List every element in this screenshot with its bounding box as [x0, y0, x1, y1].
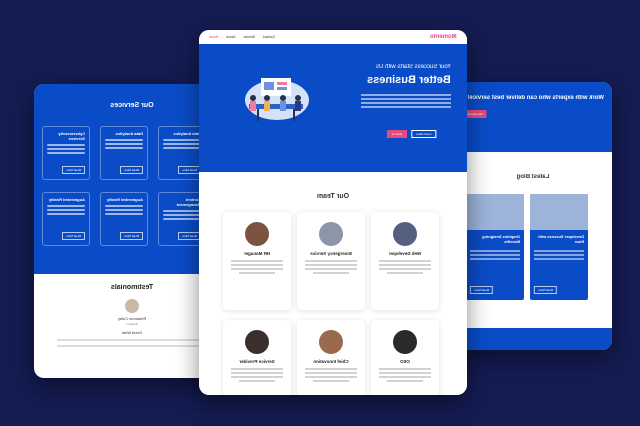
- service-title: Content Management: [176, 197, 201, 207]
- experts-banner: Work with experts who can deliver best s…: [454, 82, 612, 152]
- blog-page-preview: Work with experts who can deliver best s…: [454, 82, 612, 350]
- experts-headline: Work with experts who can deliver best s…: [467, 95, 604, 101]
- service-title: Cybersecurity Services: [58, 131, 85, 141]
- read-more-button[interactable]: Read More: [178, 166, 201, 174]
- blog-image: [466, 194, 524, 230]
- team-card[interactable]: Web Developer: [371, 212, 439, 310]
- team-member-role: Service Provider: [239, 359, 275, 364]
- team-member-role: Emergency Service: [310, 251, 352, 256]
- hire-us-button[interactable]: Hire Us: [387, 130, 408, 138]
- blog-post-title: Developer Success with Ease: [538, 234, 584, 244]
- avatar: [245, 222, 269, 246]
- footer: [454, 328, 612, 350]
- hero-pre-title: Your Success Starts with Us: [375, 64, 451, 70]
- team-title: Our Team: [316, 193, 350, 200]
- nav-links: Contact Service About Home: [209, 35, 275, 39]
- read-more-button[interactable]: Read More: [62, 232, 85, 240]
- service-title: Data Analytics: [173, 131, 201, 136]
- read-more-button[interactable]: Read More: [534, 286, 557, 294]
- read-more-button[interactable]: Read More: [120, 166, 143, 174]
- hero-description: [361, 92, 451, 110]
- team-member-role: HR Manager: [243, 251, 271, 256]
- team-card[interactable]: Emergency Service: [297, 212, 365, 310]
- read-more-button[interactable]: Read More: [62, 166, 85, 174]
- service-title: Augmented Reality: [48, 197, 85, 202]
- read-more-button[interactable]: Read More: [178, 232, 201, 240]
- nav-link[interactable]: Service: [244, 35, 256, 39]
- mockup-scene: Our Services Cybersecurity Services Read…: [0, 0, 640, 426]
- team-card[interactable]: Chief Innovation: [297, 320, 365, 395]
- text-line: [57, 345, 207, 347]
- hero-title: Better Business: [367, 74, 451, 86]
- team-member-role: CEO: [400, 359, 410, 364]
- team-member-role: Web Developer: [388, 251, 422, 256]
- avatar: [125, 299, 139, 313]
- avatar: [319, 222, 343, 246]
- nav-link-active[interactable]: Home: [209, 35, 218, 39]
- service-card[interactable]: Augmented Reality Read More: [42, 192, 90, 246]
- logo[interactable]: Momento: [430, 34, 457, 40]
- hero-section: Your Success Starts with Us Better Busin…: [199, 44, 467, 172]
- team-card[interactable]: HR Manager: [223, 212, 291, 310]
- blog-image: [530, 194, 588, 230]
- text-line: [57, 339, 207, 341]
- service-title: Data Analytics: [115, 131, 143, 136]
- blog-title: Latest Blog: [516, 174, 550, 180]
- team-card[interactable]: CEO: [371, 320, 439, 395]
- team-member-role: Chief Innovation: [313, 359, 349, 364]
- blog-card[interactable]: Developer Success with Ease Read More: [530, 194, 588, 300]
- avatar: [393, 222, 417, 246]
- service-card[interactable]: Data Analytics Read More: [100, 126, 148, 180]
- team-card[interactable]: Service Provider: [223, 320, 291, 395]
- avatar: [393, 330, 417, 354]
- team-meeting-illustration: [245, 78, 309, 121]
- service-card[interactable]: Augmented Reality Read More: [100, 192, 148, 246]
- service-title: Augmented Reality: [106, 197, 143, 202]
- blog-card[interactable]: Graphics Designing Benefits Read More: [466, 194, 524, 300]
- home-page-preview: Contact Service About Home Momento Your …: [199, 30, 467, 395]
- nav-link[interactable]: Contact: [263, 35, 275, 39]
- avatar: [319, 330, 343, 354]
- nav-link[interactable]: About: [226, 35, 235, 39]
- learn-more-button[interactable]: Learn More: [411, 130, 437, 138]
- service-card[interactable]: Cybersecurity Services Read More: [42, 126, 90, 180]
- blog-post-title: Graphics Designing Benefits: [482, 234, 520, 244]
- read-more-button[interactable]: Read More: [470, 286, 493, 294]
- avatar: [245, 330, 269, 354]
- top-nav: Contact Service About Home Momento: [199, 30, 467, 44]
- read-more-button[interactable]: Read More: [120, 232, 143, 240]
